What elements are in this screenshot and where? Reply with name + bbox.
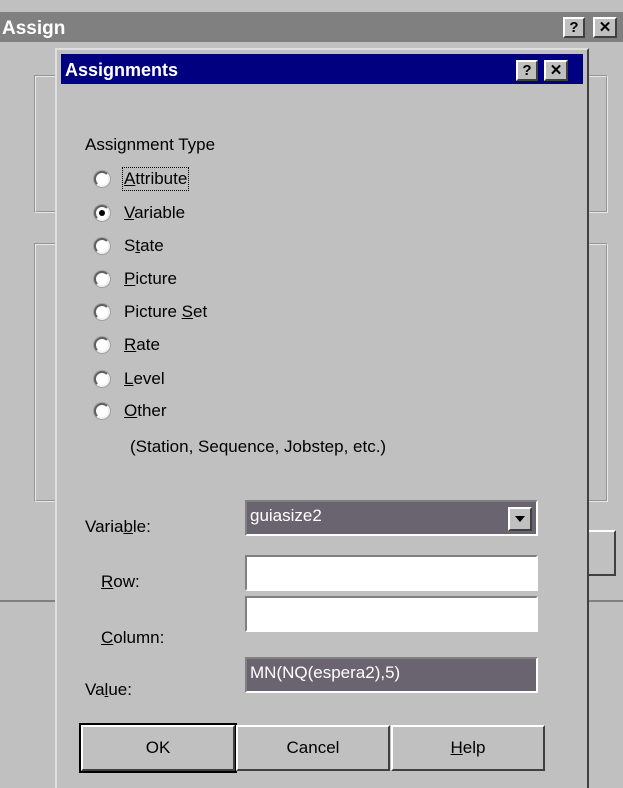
assign-window-title: Assign <box>2 18 66 39</box>
radio-label-picture-set: Picture Set <box>124 302 208 321</box>
variable-dropdown[interactable]: guiasize2 <box>245 500 538 536</box>
row-label: Row: <box>101 572 140 591</box>
radio-level[interactable]: Level <box>94 366 165 392</box>
assign-close-button[interactable]: ✕ <box>593 17 617 38</box>
radio-label-state: State <box>124 236 164 255</box>
radio-label-level: Level <box>124 369 165 388</box>
value-input[interactable]: MN(NQ(espera2),5) <box>245 657 538 693</box>
radio-variable[interactable]: Variable <box>94 200 185 226</box>
radio-label-attribute: Attribute <box>121 167 190 191</box>
radio-label-variable: Variable <box>124 203 186 222</box>
cancel-button[interactable]: Cancel <box>236 725 390 771</box>
assignments-title-bar: Assignments ? ✕ <box>61 54 583 84</box>
assignments-dialog: Assignments ? ✕ Assignment Type Attribut… <box>55 48 589 788</box>
radio-button[interactable] <box>94 238 110 254</box>
radio-button[interactable] <box>94 371 110 387</box>
assign-title-bar: Assign ? ✕ <box>0 12 623 42</box>
radio-label-other: Other <box>124 401 167 420</box>
assign-help-button[interactable]: ? <box>563 17 585 38</box>
radio-button-checked[interactable] <box>94 205 110 221</box>
radio-button[interactable] <box>94 304 110 320</box>
radio-rate[interactable]: Rate <box>94 332 160 358</box>
radio-button[interactable] <box>94 337 110 353</box>
variable-label: Variable: <box>85 517 151 536</box>
ok-button[interactable]: OK <box>81 725 235 771</box>
radio-other[interactable]: Other <box>94 398 167 424</box>
column-input[interactable] <box>245 596 538 632</box>
radio-label-picture: Picture <box>124 269 177 288</box>
assignments-close-button[interactable]: ✕ <box>544 60 568 81</box>
column-label: Column: <box>101 628 165 647</box>
radio-state[interactable]: State <box>94 233 164 259</box>
radio-button[interactable] <box>94 403 110 419</box>
assignments-help-icon-button[interactable]: ? <box>516 60 538 81</box>
row-input[interactable] <box>245 555 538 591</box>
radio-button[interactable] <box>94 171 110 187</box>
variable-dropdown-value: guiasize2 <box>250 506 322 525</box>
radio-attribute[interactable]: Attribute <box>94 166 190 192</box>
value-label: Value: <box>85 680 132 699</box>
radio-button[interactable] <box>94 271 110 287</box>
radio-picture[interactable]: Picture <box>94 266 177 292</box>
assignment-type-heading: Assignment Type <box>85 135 216 154</box>
assignments-dialog-title: Assignments <box>65 60 179 80</box>
radio-picture-set[interactable]: Picture Set <box>94 299 207 325</box>
other-note: (Station, Sequence, Jobstep, etc.) <box>130 437 387 456</box>
chevron-down-icon[interactable] <box>508 507 532 531</box>
help-button[interactable]: Help <box>391 725 545 771</box>
radio-label-rate: Rate <box>124 335 160 354</box>
